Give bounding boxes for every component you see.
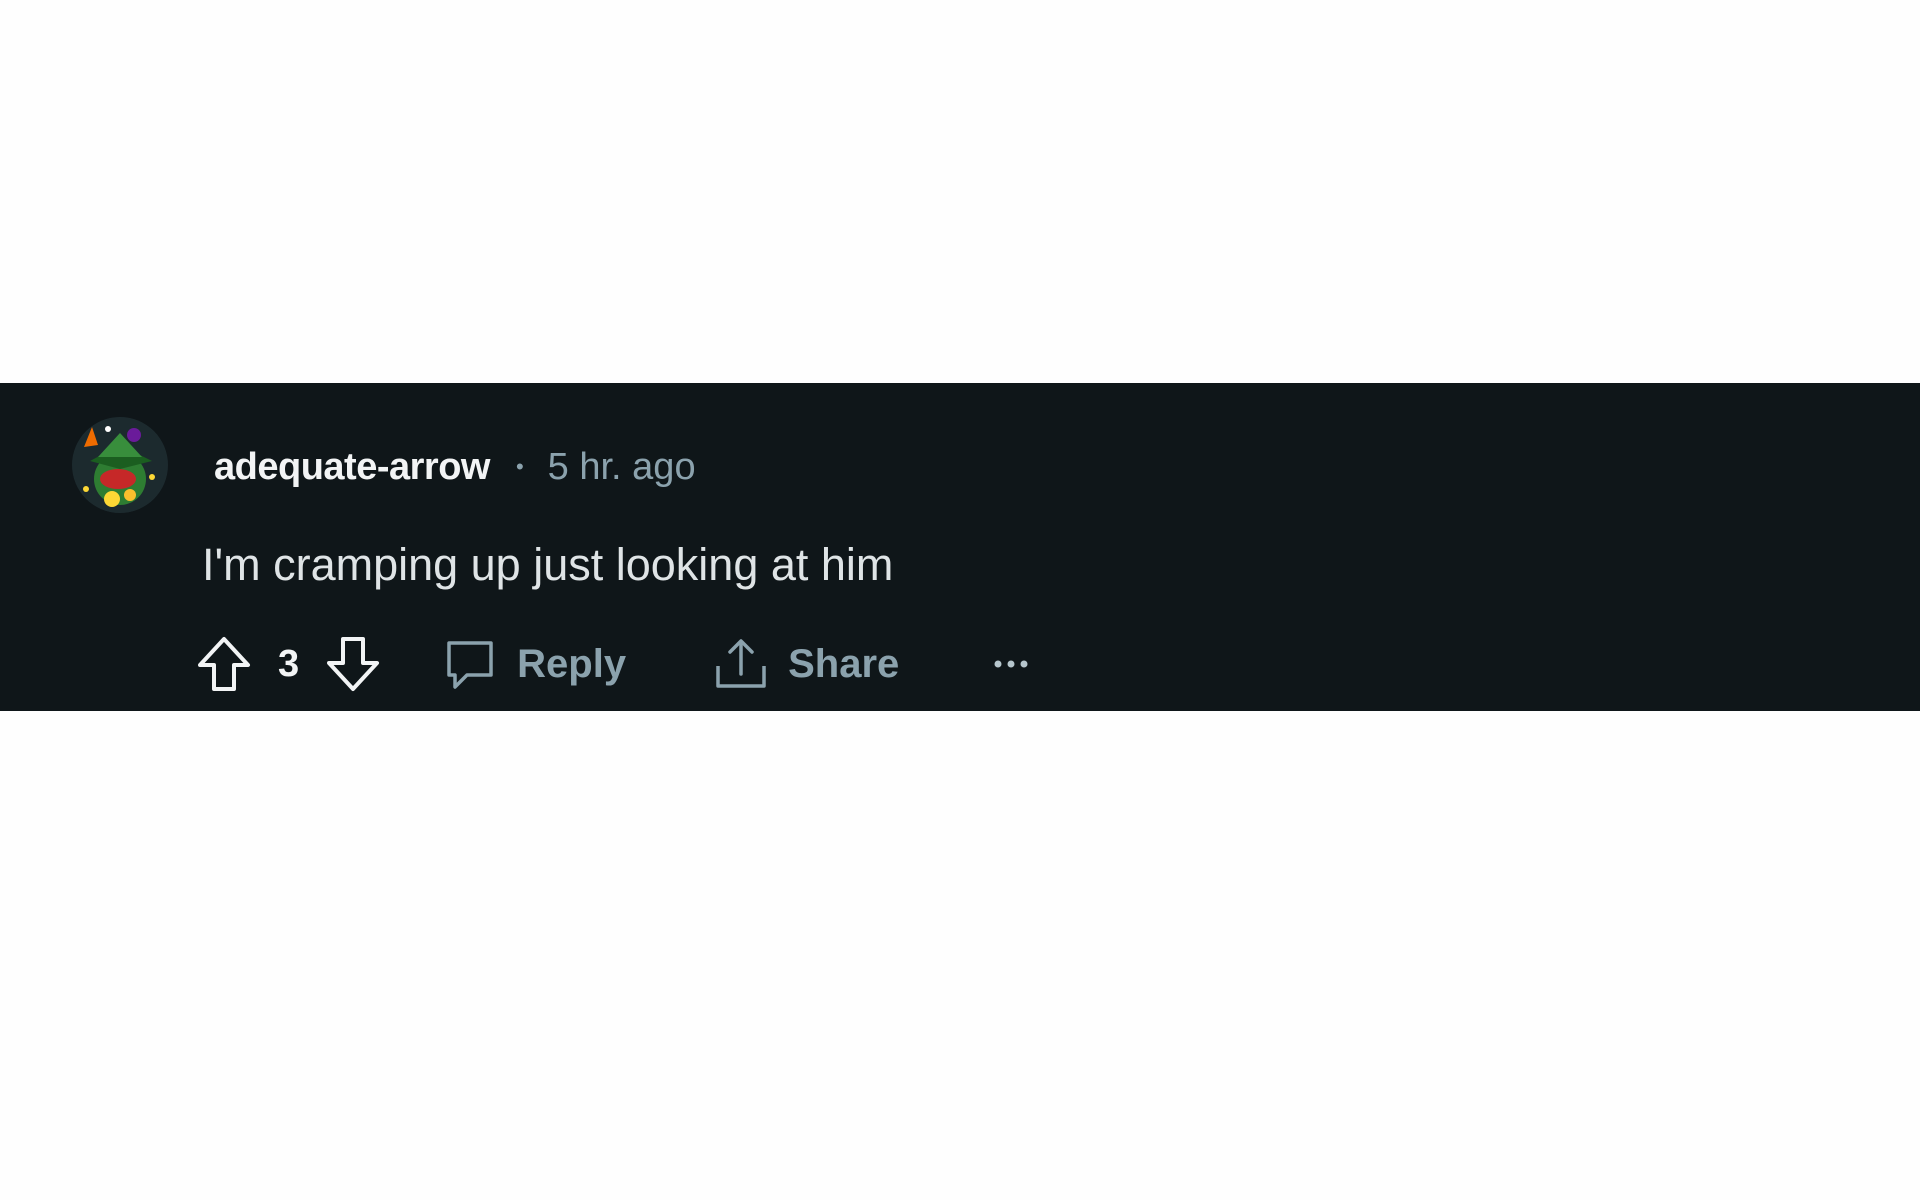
share-upload-icon — [716, 639, 766, 688]
reply-label: Reply — [517, 641, 627, 686]
share-button[interactable]: Share — [714, 636, 899, 692]
arrow-up-outline-icon — [198, 637, 250, 691]
meta-separator: • — [515, 454, 524, 479]
comment-meta: adequate-arrow • 5 hr. ago — [214, 446, 696, 489]
vote-count: 3 — [278, 642, 300, 685]
reply-button[interactable]: Reply — [443, 637, 626, 691]
comment-card: adequate-arrow • 5 hr. ago I'm cramping … — [0, 383, 1920, 711]
speech-bubble-icon — [447, 641, 493, 689]
timestamp[interactable]: 5 hr. ago — [548, 446, 696, 489]
upvote-button[interactable] — [196, 635, 252, 693]
comment-actions: 3 Reply Share — [196, 629, 1029, 699]
share-label: Share — [788, 641, 900, 686]
arrow-down-outline-icon — [327, 637, 380, 691]
more-options-button[interactable] — [993, 659, 1029, 669]
comment-body: I'm cramping up just looking at him — [202, 539, 894, 590]
ellipsis-icon — [994, 660, 1028, 668]
author-name[interactable]: adequate-arrow — [214, 446, 490, 489]
downvote-button[interactable] — [325, 635, 381, 693]
avatar-image — [72, 417, 168, 513]
avatar[interactable] — [72, 417, 168, 513]
